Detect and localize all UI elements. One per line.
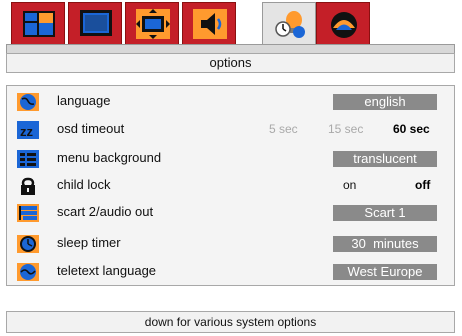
language-label: language (57, 93, 111, 108)
child-lock-label: child lock (57, 177, 111, 192)
picture-icon (23, 11, 55, 37)
setting-menu-background[interactable]: menu background translucent (7, 145, 454, 171)
sound-icon (193, 9, 227, 39)
teletext-language-label: teletext language (57, 263, 157, 278)
help-text: down for various system options (144, 315, 317, 329)
tab-tv-screen[interactable] (68, 2, 122, 44)
scart-audio-out-label: scart 2/audio out (57, 204, 154, 219)
menu-header: options (6, 53, 455, 73)
tab-installation[interactable] (316, 2, 370, 44)
setting-sleep-timer[interactable]: sleep timer 30 minutes (7, 230, 454, 256)
osd-option-5sec[interactable]: 5 sec (269, 116, 298, 142)
tab-sound[interactable] (182, 2, 236, 44)
screen-format-icon (136, 9, 170, 39)
setting-teletext-language[interactable]: teletext language West Europe (7, 258, 454, 284)
teletext-language-value[interactable]: West Europe (333, 264, 437, 280)
installation-icon (331, 12, 357, 38)
osd-timeout-label: osd timeout (57, 121, 125, 136)
child-lock-option-off[interactable]: off (415, 172, 430, 198)
menu-background-value[interactable]: translucent (333, 151, 437, 167)
menu-background-icon (17, 150, 39, 168)
globe-icon (17, 93, 39, 111)
osd-option-15sec[interactable]: 15 sec (328, 116, 363, 142)
tv-screen-icon (80, 10, 112, 36)
page-title: options (209, 55, 252, 70)
setting-osd-timeout[interactable]: zz osd timeout 5 sec 15 sec 60 sec (7, 116, 454, 142)
scart-connector-icon (17, 204, 39, 222)
tab-options[interactable] (262, 2, 316, 44)
setting-scart-audio-out[interactable]: scart 2/audio out Scart 1 (7, 199, 454, 225)
setting-child-lock[interactable]: child lock on off (7, 172, 454, 198)
svg-text:zz: zz (20, 124, 34, 139)
settings-panel: language english zz osd timeout 5 sec 15… (6, 85, 455, 286)
scart-audio-out-value[interactable]: Scart 1 (333, 205, 437, 221)
tab-picture[interactable] (11, 2, 65, 44)
zz-timeout-icon: zz (17, 121, 39, 139)
lock-icon (21, 177, 35, 195)
sleep-timer-label: sleep timer (57, 235, 121, 250)
options-bulb-icon (275, 11, 305, 38)
help-bar: down for various system options (6, 311, 455, 333)
child-lock-option-on[interactable]: on (343, 172, 356, 198)
teletext-globe-icon (17, 263, 39, 281)
osd-option-60sec[interactable]: 60 sec (393, 116, 430, 142)
sleep-timer-value[interactable]: 30 minutes (333, 236, 437, 252)
tv-options-menu: options language english zz osd timeout … (0, 0, 462, 336)
setting-language[interactable]: language english (7, 88, 454, 114)
menu-background-label: menu background (57, 150, 162, 165)
clock-icon (17, 235, 39, 253)
language-value[interactable]: english (333, 94, 437, 110)
tab-screen-format[interactable] (125, 2, 179, 44)
